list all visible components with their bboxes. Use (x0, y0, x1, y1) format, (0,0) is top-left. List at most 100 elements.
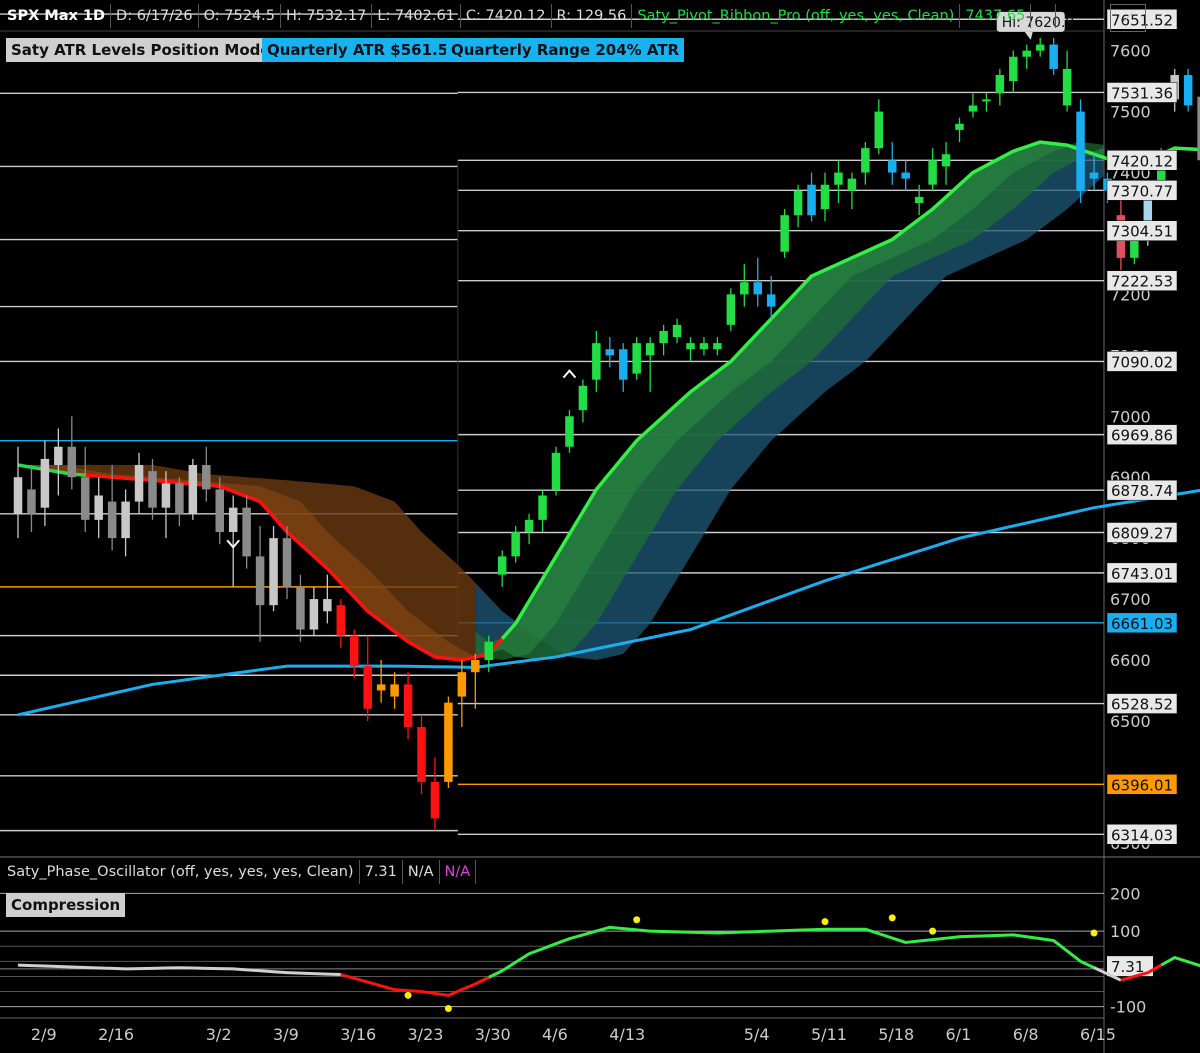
candle-body (54, 446, 63, 466)
low-label: L: 7402.61 (372, 4, 461, 28)
price-level-label: 7222.53 (1111, 273, 1173, 291)
candle-body (901, 172, 910, 179)
time-axis-tick: 2/16 (98, 1025, 134, 1044)
price-level-label: 7370.77 (1111, 182, 1173, 200)
price-level-label: 6878.74 (1111, 482, 1173, 500)
oscillator-value-label: 7.31 (1111, 958, 1144, 976)
oscillator-axis-tick: 100 (1110, 922, 1141, 941)
candle-body (376, 684, 386, 691)
oscillator-signal-dot (929, 927, 937, 935)
candle-body (928, 160, 937, 185)
price-level-label: 6396.01 (1111, 776, 1173, 794)
candle-body (417, 727, 426, 782)
candle-body (269, 538, 278, 606)
oscillator-signal-dot (1090, 929, 1098, 937)
candle-body (1183, 75, 1193, 106)
oscillator-na-label: N/A (403, 860, 440, 884)
candle-body (672, 324, 682, 338)
candle-body (551, 452, 561, 490)
candle-body (1049, 44, 1058, 69)
candle-body (457, 672, 467, 697)
candle-body (995, 75, 1005, 94)
candle-body (793, 190, 803, 216)
candle-body (350, 635, 359, 667)
price-level-label: 7531.36 (1111, 84, 1173, 102)
candle-body (861, 148, 870, 173)
time-axis-tick: 2/9 (31, 1025, 57, 1044)
candle-body (484, 641, 493, 661)
atr-mode-badge: Saty ATR Levels Position Mode (6, 38, 276, 62)
time-axis-tick: 3/30 (475, 1025, 511, 1044)
candle-body (403, 684, 413, 728)
time-axis-tick: 5/11 (811, 1025, 847, 1044)
time-axis-tick: 6/15 (1080, 1025, 1116, 1044)
quarterly-range-badge: Quarterly Range 204% ATR (446, 38, 685, 62)
oscillator-signal-dot (404, 991, 412, 999)
ribbon-study-label[interactable]: Saty_Pivot_Ribbon_Pro (off, yes, yes, Cl… (632, 4, 961, 28)
candle-body (94, 495, 103, 520)
candle-body (40, 458, 50, 508)
candle-body (309, 599, 319, 630)
oscillator-axis-tick: 200 (1110, 884, 1141, 903)
oscillator-study-label[interactable]: Saty_Phase_Oscillator (off, yes, yes, ye… (2, 860, 360, 884)
time-axis-tick: 3/9 (273, 1025, 299, 1044)
time-axis-tick: 3/23 (408, 1025, 444, 1044)
time-axis-tick: 6/8 (1013, 1025, 1039, 1044)
candle-body (753, 282, 762, 295)
open-label: O: 7524.5 (199, 4, 281, 28)
candle-body (538, 495, 547, 520)
oscillator-header: Saty_Phase_Oscillator (off, yes, yes, ye… (2, 860, 477, 884)
candle-body (524, 519, 534, 533)
candle-body (107, 501, 117, 539)
date-label: D: 6/17/26 (111, 4, 199, 28)
drawing-tool-icon[interactable]: ⟋ (1110, 4, 1146, 32)
price-axis-tick: 6600 (1110, 651, 1151, 670)
candle-body (659, 330, 668, 344)
candle-body (955, 123, 964, 130)
candle-body (888, 160, 897, 173)
candle-body (834, 172, 843, 185)
candle-body (323, 599, 332, 612)
more-menu[interactable]: ... (1031, 4, 1057, 28)
price-axis-tick: 6700 (1110, 590, 1151, 609)
price-chart[interactable]: Hi: 7620.9630064006500660067006800690070… (0, 0, 1200, 1053)
candle-body (228, 507, 238, 533)
candle-body (27, 489, 36, 514)
candle-body (565, 416, 574, 447)
range-label: R: 129.56 (552, 4, 633, 28)
high-label: H: 7532.17 (281, 4, 373, 28)
quarterly-atr-badge: Quarterly ATR $561.5 (262, 38, 454, 62)
candle-body (914, 196, 924, 203)
candle-body (780, 215, 789, 252)
candle-body (363, 666, 372, 709)
price-level-label: 6969.86 (1111, 427, 1173, 445)
price-level-label: 7304.51 (1111, 223, 1173, 241)
candle-body (847, 178, 857, 191)
candle-body (296, 586, 305, 630)
symbol-label[interactable]: SPX Max 1D (2, 4, 112, 28)
candle-body (444, 702, 453, 782)
candle-body (1089, 172, 1099, 179)
candle-body (713, 343, 722, 350)
candle-body (605, 349, 615, 356)
close-label: C: 7420.12 (461, 4, 552, 28)
price-axis-tick: 7500 (1110, 103, 1151, 122)
candle-body (1076, 111, 1085, 191)
candle-body (175, 483, 184, 514)
time-axis-tick: 5/4 (744, 1025, 770, 1044)
price-axis-tick: 7600 (1110, 42, 1151, 61)
oscillator-na2-label: N/A (440, 860, 477, 884)
candle-body (726, 294, 736, 325)
candle-body (982, 99, 991, 102)
oscillator-signal-dot (633, 916, 641, 924)
oscillator-signal-dot (888, 914, 896, 922)
candle-body (121, 501, 130, 539)
candle-body (430, 781, 440, 819)
candle-body (807, 184, 816, 216)
candle-body (497, 556, 507, 575)
price-level-label: 6661.03 (1111, 615, 1173, 633)
compression-badge: Compression (6, 893, 126, 917)
candle-body (81, 477, 90, 520)
candle-body (578, 385, 588, 411)
candle-body (202, 465, 211, 490)
